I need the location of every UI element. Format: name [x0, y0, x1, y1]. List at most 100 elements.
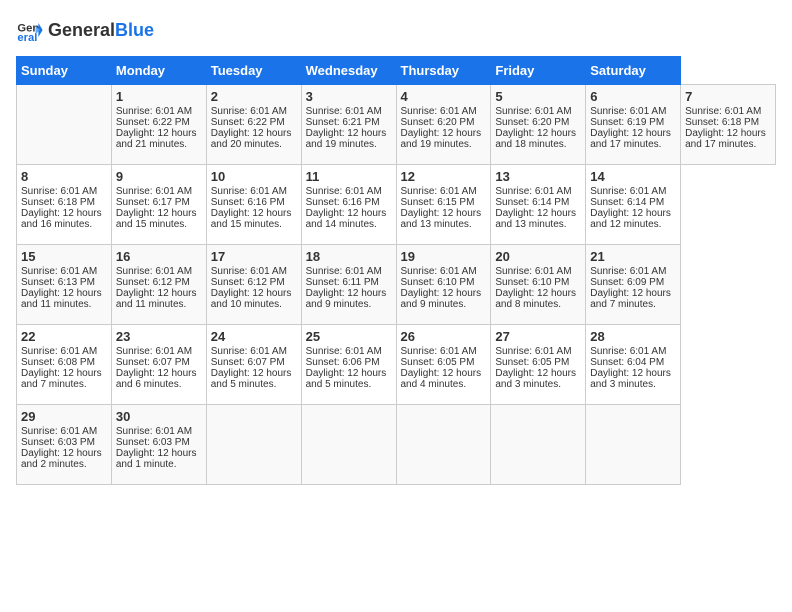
- calendar-cell: 22Sunrise: 6:01 AMSunset: 6:08 PMDayligh…: [17, 325, 112, 405]
- calendar-cell: 11 Sunrise: 6:01 AMSunset: 6:16 PMDayligh…: [301, 165, 396, 245]
- cell-info: Sunrise: 6:01 AMSunset: 6:07 PMDaylight:…: [211, 346, 292, 390]
- day-number: 10: [211, 169, 297, 184]
- day-number: 9: [116, 169, 202, 184]
- svg-text:eral: eral: [17, 32, 37, 44]
- logo: Gen eral GeneralBlue: [16, 16, 154, 44]
- day-header-sunday: Sunday: [17, 57, 112, 85]
- cell-info: Sunrise: 6:01 AMSunset: 6:20 PMDaylight:…: [495, 106, 576, 150]
- calendar-cell: 28 Sunrise: 6:01 AMSunset: 6:04 PMDayligh…: [586, 325, 681, 405]
- cell-info: Sunrise: 6:01 AMSunset: 6:16 PMDaylight:…: [306, 186, 387, 230]
- calendar-cell: 9 Sunrise: 6:01 AMSunset: 6:17 PMDaylight…: [111, 165, 206, 245]
- cell-info: Sunrise: 6:01 AMSunset: 6:12 PMDaylight:…: [116, 266, 197, 310]
- cell-info: Sunrise: 6:01 AMSunset: 6:22 PMDaylight:…: [116, 106, 197, 150]
- calendar-cell: 27 Sunrise: 6:01 AMSunset: 6:05 PMDayligh…: [491, 325, 586, 405]
- calendar-cell: 4 Sunrise: 6:01 AMSunset: 6:20 PMDaylight…: [396, 85, 491, 165]
- calendar-cell: 21 Sunrise: 6:01 AMSunset: 6:09 PMDayligh…: [586, 245, 681, 325]
- day-header-wednesday: Wednesday: [301, 57, 396, 85]
- calendar-week-row: 15 Sunrise: 6:01 AMSunset: 6:13 PMDayligh…: [17, 245, 776, 325]
- calendar-cell: 29 Sunrise: 6:01 AMSunset: 6:03 PMDayligh…: [17, 405, 112, 485]
- calendar-cell: 10 Sunrise: 6:01 AMSunset: 6:16 PMDayligh…: [206, 165, 301, 245]
- cell-info: Sunrise: 6:01 AMSunset: 6:07 PMDaylight:…: [116, 346, 197, 390]
- calendar-week-row: 29 Sunrise: 6:01 AMSunset: 6:03 PMDayligh…: [17, 405, 776, 485]
- day-number: 4: [401, 89, 487, 104]
- day-number: 27: [495, 329, 581, 344]
- calendar-cell: 5 Sunrise: 6:01 AMSunset: 6:20 PMDaylight…: [491, 85, 586, 165]
- calendar-cell: [491, 405, 586, 485]
- cell-info: Sunrise: 6:01 AMSunset: 6:10 PMDaylight:…: [401, 266, 482, 310]
- calendar-cell: [586, 405, 681, 485]
- day-number: 28: [590, 329, 676, 344]
- day-number: 13: [495, 169, 581, 184]
- day-number: 11: [306, 169, 392, 184]
- calendar-cell: 13 Sunrise: 6:01 AMSunset: 6:14 PMDayligh…: [491, 165, 586, 245]
- cell-info: Sunrise: 6:01 AMSunset: 6:05 PMDaylight:…: [401, 346, 482, 390]
- cell-info: Sunrise: 6:01 AMSunset: 6:11 PMDaylight:…: [306, 266, 387, 310]
- day-number: 5: [495, 89, 581, 104]
- calendar-cell: 23 Sunrise: 6:01 AMSunset: 6:07 PMDayligh…: [111, 325, 206, 405]
- cell-info: Sunrise: 6:01 AMSunset: 6:20 PMDaylight:…: [401, 106, 482, 150]
- calendar-week-row: 8Sunrise: 6:01 AMSunset: 6:18 PMDaylight…: [17, 165, 776, 245]
- day-number: 3: [306, 89, 392, 104]
- calendar-cell: 25 Sunrise: 6:01 AMSunset: 6:06 PMDayligh…: [301, 325, 396, 405]
- calendar-cell: 3 Sunrise: 6:01 AMSunset: 6:21 PMDaylight…: [301, 85, 396, 165]
- calendar-cell: 17Sunrise: 6:01 AMSunset: 6:12 PMDayligh…: [206, 245, 301, 325]
- cell-info: Sunrise: 6:01 AMSunset: 6:16 PMDaylight:…: [211, 186, 292, 230]
- day-header-friday: Friday: [491, 57, 586, 85]
- calendar-cell: 19 Sunrise: 6:01 AMSunset: 6:10 PMDayligh…: [396, 245, 491, 325]
- day-number: 8: [21, 169, 107, 184]
- day-number: 6: [590, 89, 676, 104]
- cell-info: Sunrise: 6:01 AMSunset: 6:03 PMDaylight:…: [116, 426, 197, 470]
- day-number: 1: [116, 89, 202, 104]
- day-number: 29: [21, 409, 107, 424]
- calendar-cell: 1 Sunrise: 6:01 AMSunset: 6:22 PMDaylight…: [111, 85, 206, 165]
- calendar-table: SundayMondayTuesdayWednesdayThursdayFrid…: [16, 56, 776, 485]
- day-header-saturday: Saturday: [586, 57, 681, 85]
- day-number: 7: [685, 89, 771, 104]
- calendar-cell: 26 Sunrise: 6:01 AMSunset: 6:05 PMDayligh…: [396, 325, 491, 405]
- calendar-cell: 16 Sunrise: 6:01 AMSunset: 6:12 PMDayligh…: [111, 245, 206, 325]
- cell-info: Sunrise: 6:01 AMSunset: 6:15 PMDaylight:…: [401, 186, 482, 230]
- logo-icon: Gen eral: [16, 16, 44, 44]
- page-header: Gen eral GeneralBlue: [16, 16, 776, 44]
- cell-info: Sunrise: 6:01 AMSunset: 6:17 PMDaylight:…: [116, 186, 197, 230]
- cell-info: Sunrise: 6:01 AMSunset: 6:22 PMDaylight:…: [211, 106, 292, 150]
- cell-info: Sunrise: 6:01 AMSunset: 6:18 PMDaylight:…: [685, 106, 766, 150]
- cell-info: Sunrise: 6:01 AMSunset: 6:05 PMDaylight:…: [495, 346, 576, 390]
- day-number: 23: [116, 329, 202, 344]
- day-number: 17: [211, 249, 297, 264]
- cell-info: Sunrise: 6:01 AMSunset: 6:14 PMDaylight:…: [590, 186, 671, 230]
- cell-info: Sunrise: 6:01 AMSunset: 6:21 PMDaylight:…: [306, 106, 387, 150]
- calendar-header-row: SundayMondayTuesdayWednesdayThursdayFrid…: [17, 57, 776, 85]
- calendar-cell: 18 Sunrise: 6:01 AMSunset: 6:11 PMDayligh…: [301, 245, 396, 325]
- day-number: 12: [401, 169, 487, 184]
- calendar-cell: 12 Sunrise: 6:01 AMSunset: 6:15 PMDayligh…: [396, 165, 491, 245]
- day-number: 15: [21, 249, 107, 264]
- calendar-cell: 24Sunrise: 6:01 AMSunset: 6:07 PMDayligh…: [206, 325, 301, 405]
- day-number: 26: [401, 329, 487, 344]
- day-number: 25: [306, 329, 392, 344]
- calendar-week-row: 1 Sunrise: 6:01 AMSunset: 6:22 PMDaylight…: [17, 85, 776, 165]
- day-number: 19: [401, 249, 487, 264]
- day-number: 18: [306, 249, 392, 264]
- calendar-cell: [301, 405, 396, 485]
- cell-info: Sunrise: 6:01 AMSunset: 6:06 PMDaylight:…: [306, 346, 387, 390]
- day-header-tuesday: Tuesday: [206, 57, 301, 85]
- calendar-cell: 20Sunrise: 6:01 AMSunset: 6:10 PMDayligh…: [491, 245, 586, 325]
- cell-info: Sunrise: 6:01 AMSunset: 6:13 PMDaylight:…: [21, 266, 102, 310]
- calendar-cell: 8Sunrise: 6:01 AMSunset: 6:18 PMDaylight…: [17, 165, 112, 245]
- day-number: 21: [590, 249, 676, 264]
- calendar-cell: [206, 405, 301, 485]
- empty-cell: [17, 85, 112, 165]
- cell-info: Sunrise: 6:01 AMSunset: 6:14 PMDaylight:…: [495, 186, 576, 230]
- cell-info: Sunrise: 6:01 AMSunset: 6:04 PMDaylight:…: [590, 346, 671, 390]
- cell-info: Sunrise: 6:01 AMSunset: 6:03 PMDaylight:…: [21, 426, 102, 470]
- day-header-thursday: Thursday: [396, 57, 491, 85]
- cell-info: Sunrise: 6:01 AMSunset: 6:09 PMDaylight:…: [590, 266, 671, 310]
- calendar-cell: 14 Sunrise: 6:01 AMSunset: 6:14 PMDayligh…: [586, 165, 681, 245]
- day-number: 16: [116, 249, 202, 264]
- calendar-cell: 30Sunrise: 6:01 AMSunset: 6:03 PMDayligh…: [111, 405, 206, 485]
- day-number: 14: [590, 169, 676, 184]
- calendar-cell: 2Sunrise: 6:01 AMSunset: 6:22 PMDaylight…: [206, 85, 301, 165]
- calendar-cell: 6Sunrise: 6:01 AMSunset: 6:19 PMDaylight…: [586, 85, 681, 165]
- calendar-cell: [396, 405, 491, 485]
